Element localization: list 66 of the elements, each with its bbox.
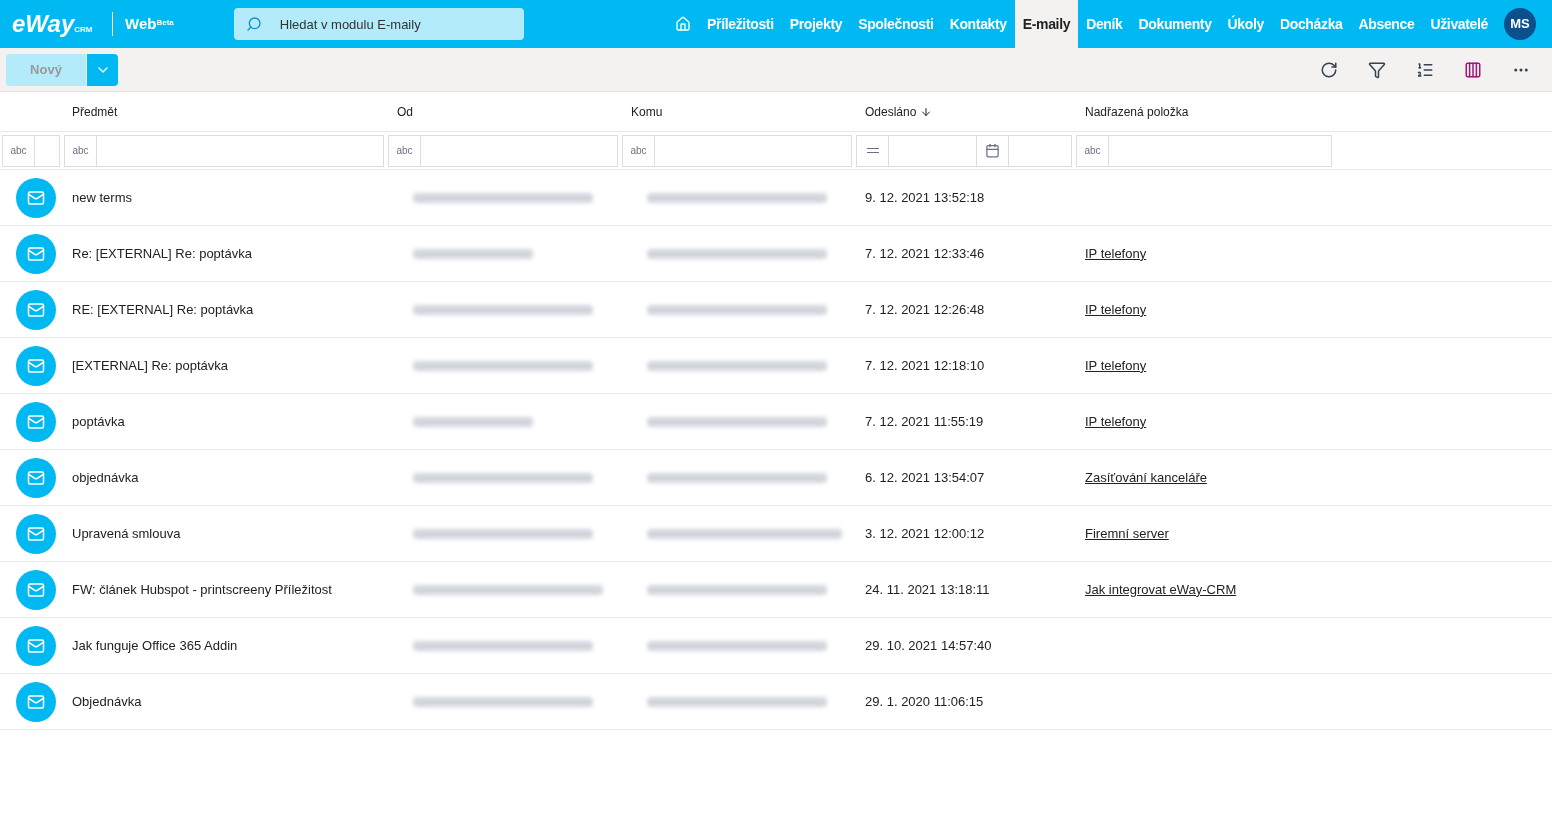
column-header[interactable]: Od: [397, 102, 413, 121]
sent-date-cell: 6. 12. 2021 13:54:07: [865, 469, 985, 485]
subject-cell: Objednávka: [72, 693, 142, 709]
search-icon: [245, 16, 262, 32]
nav-tab[interactable]: E-maily: [1014, 0, 1079, 48]
email-icon: [16, 401, 56, 442]
email-icon: [16, 569, 56, 610]
email-icon: [16, 681, 56, 722]
subject-cell: RE: [EXTERNAL] Re: poptávka: [72, 301, 254, 317]
filter-field[interactable]: abc: [388, 134, 618, 167]
equals-icon: [866, 148, 879, 153]
email-icon: [16, 513, 56, 554]
sent-date-cell: 7. 12. 2021 11:55:19: [865, 413, 984, 429]
sent-date-cell: 7. 12. 2021 12:26:48: [865, 301, 985, 317]
refresh-icon[interactable]: [1320, 60, 1338, 79]
abc-icon: abc: [396, 145, 413, 156]
parent-item-link[interactable]: IP telefony: [1085, 245, 1147, 261]
subject-cell: poptávka: [72, 413, 125, 429]
sent-date-cell: 29. 1. 2020 11:06:15: [865, 693, 984, 709]
logo: eWay: [12, 12, 75, 36]
parent-item-link[interactable]: IP telefony: [1085, 301, 1147, 317]
subject-cell: FW: článek Hubspot - printscreeny Příležitost: [72, 581, 332, 597]
column-header[interactable]: Odesláno: [865, 102, 933, 121]
parent-item-link[interactable]: Zasíťování kanceláře: [1085, 469, 1207, 485]
sent-date-cell: 29. 10. 2021 14:57:40: [865, 637, 992, 653]
parent-item-link[interactable]: IP telefony: [1085, 413, 1147, 429]
email-icon: [16, 177, 56, 218]
column-header[interactable]: Předmět: [72, 102, 118, 121]
subject-cell: Jak funguje Office 365 Addin: [72, 637, 238, 653]
email-icon: [16, 289, 56, 330]
product-name: Web$^{Beta}$: [125, 13, 174, 34]
sent-date-cell: 7. 12. 2021 12:33:46: [865, 245, 985, 261]
sort-arrow-icon: [920, 105, 933, 118]
sent-date-cell: 3. 12. 2021 12:00:12: [865, 525, 985, 541]
search-field[interactable]: Hledat v modulu E-maily: [233, 8, 524, 40]
filter-field[interactable]: abc: [1076, 134, 1332, 167]
sent-date-cell: 24. 11. 2021 13:18:11: [865, 581, 990, 597]
sent-date-cell: 9. 12. 2021 13:52:18: [865, 189, 985, 205]
subject-cell: objednávka: [72, 469, 139, 485]
subject-cell: Re: [EXTERNAL] Re: poptávka: [72, 245, 252, 261]
parent-item-link[interactable]: IP telefony: [1085, 357, 1147, 373]
calendar-icon[interactable]: [985, 143, 1000, 158]
parent-item-link[interactable]: Firemní server: [1085, 525, 1169, 541]
subject-cell: new terms: [72, 189, 132, 205]
abc-icon: abc: [72, 145, 89, 156]
email-icon: [16, 345, 56, 386]
abc-icon: abc: [630, 145, 647, 156]
column-header[interactable]: Nadřazená položka: [1085, 102, 1189, 121]
user-avatar[interactable]: MS: [1504, 8, 1536, 40]
filter-field[interactable]: [856, 134, 1072, 167]
column-header[interactable]: Komu: [631, 102, 663, 121]
email-icon: [16, 625, 56, 666]
logo-subtitle: CRM: [74, 25, 93, 34]
subject-cell: [EXTERNAL] Re: poptávka: [72, 357, 229, 373]
columns-icon[interactable]: [1464, 60, 1482, 79]
filter-field[interactable]: abc: [622, 134, 852, 167]
list-icon[interactable]: [1416, 60, 1434, 79]
abc-icon: abc: [1084, 145, 1101, 156]
sent-date-cell: 7. 12. 2021 12:18:10: [865, 357, 985, 373]
abc-icon: abc: [10, 145, 27, 156]
subject-cell: Upravená smlouva: [72, 525, 181, 541]
email-icon: [16, 457, 56, 498]
parent-item-link[interactable]: Jak integrovat eWay-CRM: [1085, 581, 1237, 597]
filter-field[interactable]: abc: [64, 134, 384, 167]
filter-icon[interactable]: [1368, 60, 1386, 79]
email-icon: [16, 233, 56, 274]
